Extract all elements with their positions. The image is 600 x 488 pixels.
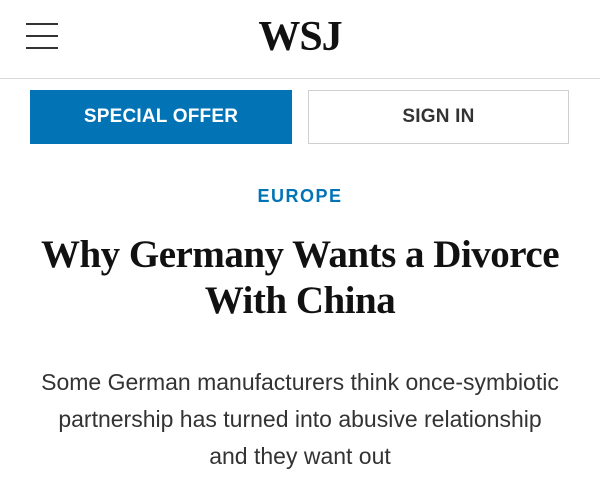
account-actions: SPECIAL OFFER SIGN IN xyxy=(30,90,569,144)
section-label[interactable]: EUROPE xyxy=(0,186,600,207)
special-offer-button[interactable]: SPECIAL OFFER xyxy=(30,90,292,144)
article-dek: Some German manufacturers think once-sym… xyxy=(41,369,559,469)
article-headline: Why Germany Wants a Divorce With China xyxy=(40,233,560,322)
wsj-logo[interactable]: WSJ xyxy=(0,12,600,62)
sign-in-button[interactable]: SIGN IN xyxy=(308,90,569,144)
top-bar: WSJ xyxy=(0,0,600,79)
